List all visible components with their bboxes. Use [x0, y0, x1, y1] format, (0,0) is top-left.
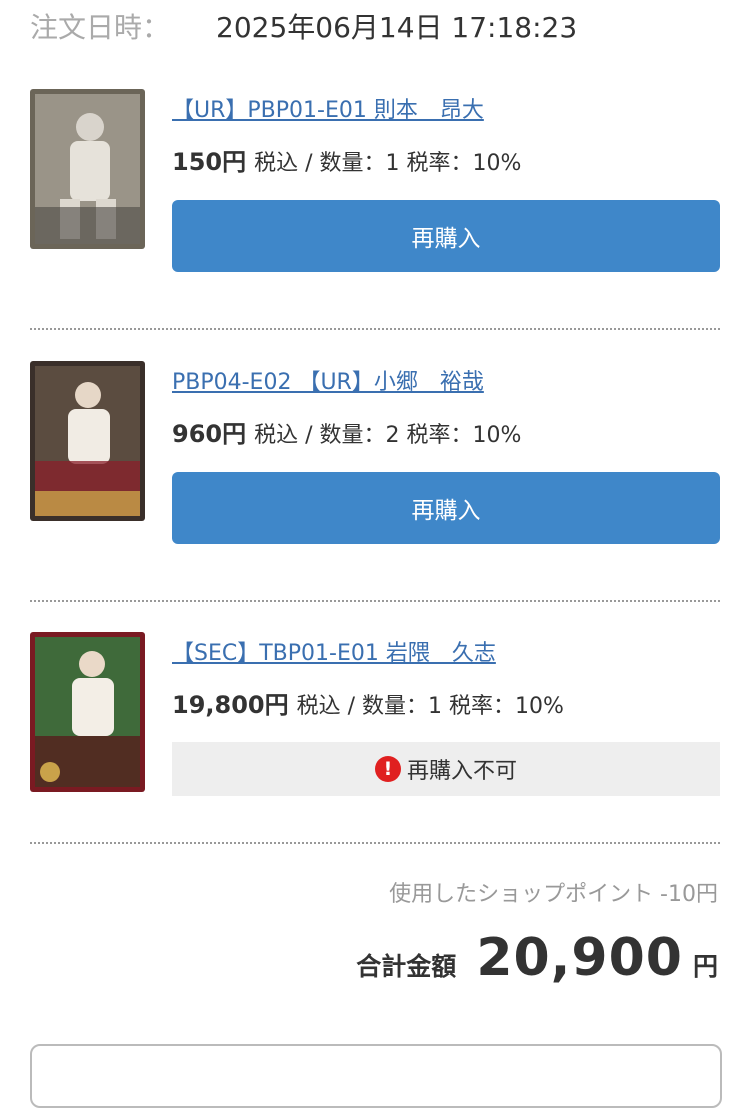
item-detail: 税込 / 数量：1 税率：10% [296, 694, 564, 719]
item-price: 19,800円 [172, 691, 289, 719]
player-card-image [30, 632, 145, 792]
item-title-link[interactable]: 【SEC】TBP01-E01 岩隈 久志 [172, 635, 496, 667]
divider [30, 842, 720, 844]
player-card-image [30, 361, 145, 521]
order-date-row: 注文日時： 2025年06月14日 17:18:23 [30, 6, 577, 46]
item-price: 960円 [172, 420, 247, 448]
player-card-image [30, 89, 145, 249]
item-price-line: 150円 税込 / 数量：1 税率：10% [172, 142, 521, 177]
total-label: 合計金額 [356, 952, 457, 981]
order-total: 合計金額 20,900 円 [356, 928, 718, 988]
bottom-panel [30, 1044, 722, 1108]
total-value: 20,900 [476, 928, 683, 988]
item-price-line: 960円 税込 / 数量：2 税率：10% [172, 414, 521, 449]
rebuy-button[interactable]: 再購入 [172, 472, 720, 544]
item-price-line: 19,800円 税込 / 数量：1 税率：10% [172, 685, 564, 720]
item-price: 150円 [172, 148, 247, 176]
order-date-value: 2025年06月14日 17:18:23 [216, 11, 578, 44]
divider [30, 328, 720, 330]
warning-icon: ! [374, 756, 401, 782]
item-detail: 税込 / 数量：1 税率：10% [254, 151, 522, 176]
item-detail: 税込 / 数量：2 税率：10% [254, 423, 522, 448]
total-unit: 円 [692, 952, 718, 981]
rebuy-unavailable-notice: ! 再購入不可 [172, 742, 720, 796]
card-thumbnail[interactable] [30, 89, 145, 249]
card-thumbnail[interactable] [30, 632, 145, 792]
shop-points-used: 使用したショップポイント -10円 [389, 882, 718, 907]
item-title-link[interactable]: PBP04-E02 【UR】小郷 裕哉 [172, 364, 484, 396]
card-thumbnail[interactable] [30, 361, 145, 521]
rebuy-unavailable-label: 再購入不可 [406, 759, 517, 784]
item-title-link[interactable]: 【UR】PBP01-E01 則本 昂大 [172, 92, 484, 124]
divider [30, 600, 720, 602]
rebuy-button[interactable]: 再購入 [172, 200, 720, 272]
order-date-label: 注文日時： [30, 11, 171, 44]
